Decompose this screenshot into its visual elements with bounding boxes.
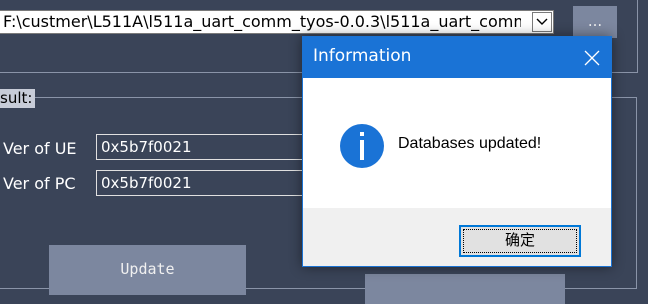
path-combobox[interactable]: F:\custmer\L511A\l511a_uart_comm_tyos-0.…	[0, 10, 554, 34]
browse-button[interactable]: ...	[573, 6, 617, 38]
ue-version-field[interactable]: 0x5b7f0021	[96, 134, 316, 160]
close-icon[interactable]	[581, 47, 603, 69]
secondary-button[interactable]	[365, 274, 565, 304]
pc-version-field[interactable]: 0x5b7f0021	[96, 170, 316, 196]
information-dialog: Information Databases updated! 确定	[302, 36, 612, 267]
ok-button[interactable]: 确定	[459, 225, 581, 257]
dialog-body: Databases updated!	[303, 78, 611, 208]
chevron-down-icon[interactable]	[532, 12, 552, 32]
ue-version-label: Ver of UE	[3, 139, 77, 158]
result-group-label: sult:	[0, 89, 36, 108]
pc-version-label: Ver of PC	[3, 174, 76, 193]
dialog-titlebar[interactable]: Information	[303, 37, 611, 78]
update-button[interactable]: Update	[49, 245, 246, 295]
path-combobox-value: F:\custmer\L511A\l511a_uart_comm_tyos-0.…	[3, 12, 521, 31]
focus-rectangle	[463, 229, 577, 253]
info-icon	[339, 123, 385, 169]
dialog-footer: 确定	[303, 208, 611, 266]
dialog-title: Information	[313, 46, 412, 66]
dialog-message: Databases updated!	[398, 135, 542, 152]
